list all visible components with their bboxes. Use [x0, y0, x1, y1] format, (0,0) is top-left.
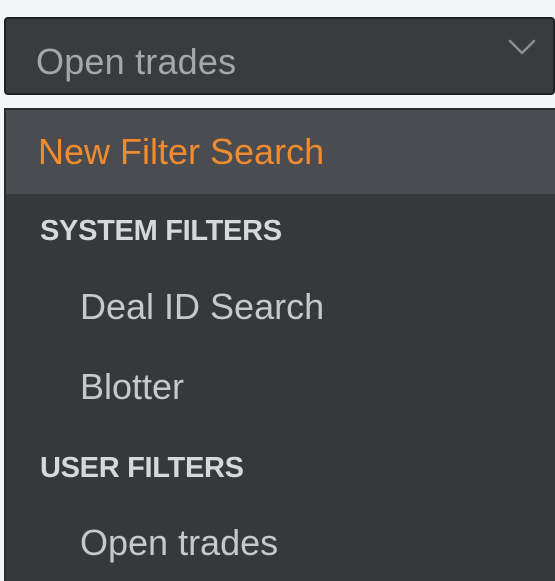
- menu-item-label: Open trades: [80, 522, 279, 563]
- chevron-down-icon[interactable]: [507, 35, 537, 59]
- user-filters-header: USER FILTERS: [40, 452, 244, 484]
- dropdown-selected-value: Open trades: [36, 41, 237, 82]
- new-filter-search-item[interactable]: New Filter Search: [6, 110, 555, 194]
- menu-item-deal-id-search[interactable]: Deal ID Search: [6, 272, 555, 342]
- menu-item-label: Blotter: [80, 366, 185, 407]
- dropdown-menu: New Filter Search SYSTEM FILTERS Deal ID…: [4, 108, 555, 581]
- system-filters-header: SYSTEM FILTERS: [40, 215, 282, 247]
- menu-item-blotter[interactable]: Blotter: [6, 352, 555, 422]
- filter-dropdown[interactable]: Open trades: [4, 17, 555, 95]
- new-filter-search-label: New Filter Search: [38, 131, 325, 172]
- menu-item-label: Deal ID Search: [80, 286, 325, 327]
- filter-dropdown-window: Open trades New Filter Search SYSTEM FIL…: [0, 0, 555, 581]
- menu-item-open-trades[interactable]: Open trades: [6, 508, 555, 578]
